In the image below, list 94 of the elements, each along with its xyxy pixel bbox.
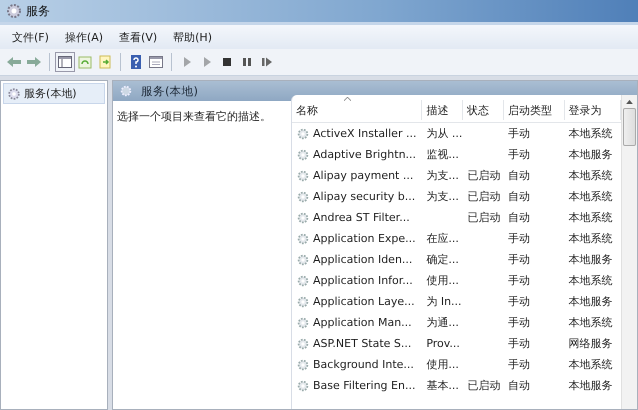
- table-cell: 本地系统: [568, 357, 613, 372]
- menu-item[interactable]: 查看(V): [111, 30, 166, 44]
- table-cell: Adaptive Brightn...: [313, 148, 416, 161]
- table-cell: 为 In...: [426, 294, 462, 309]
- table-cell: 手动: [508, 357, 530, 372]
- service-gear-icon: [296, 126, 310, 140]
- table-cell: 网络服务: [568, 336, 613, 351]
- table-cell: 自动: [508, 189, 530, 204]
- table-cell: 为支...: [426, 189, 459, 204]
- back-icon[interactable]: [6, 54, 22, 70]
- gear-icon: [7, 86, 21, 100]
- table-cell: 本地系统: [568, 168, 613, 183]
- scrollbar-thumb[interactable]: [623, 108, 636, 146]
- table-cell: 为通...: [426, 315, 459, 330]
- table-cell: 为从 ...: [426, 126, 462, 141]
- service-gear-icon: [296, 378, 310, 392]
- table-cell: 为支...: [426, 168, 459, 183]
- window-title: 服务: [26, 2, 50, 20]
- table-cell: 手动: [508, 336, 530, 351]
- scrollbar[interactable]: [621, 95, 637, 409]
- table-cell: 使用...: [426, 273, 459, 288]
- table-cell: 已启动: [467, 378, 500, 393]
- service-gear-icon: [296, 232, 310, 246]
- table-cell: 已启动: [467, 210, 500, 225]
- table-cell: 本地系统: [568, 210, 613, 225]
- table-cell: 使用...: [426, 357, 459, 372]
- export-icon[interactable]: [97, 54, 113, 70]
- table-cell: 已启动: [467, 189, 500, 204]
- table-cell: Application Expe...: [313, 232, 416, 245]
- service-gear-icon: [296, 358, 310, 372]
- table-cell: 本地系统: [568, 126, 613, 141]
- table-cell: Alipay payment ...: [313, 169, 414, 182]
- table-cell: 基本...: [426, 378, 459, 393]
- table-cell: Andrea ST Filter...: [313, 211, 410, 224]
- table-cell: Background Inte...: [313, 358, 414, 371]
- service-gear-icon: [296, 316, 310, 330]
- table-cell: 本地系统: [568, 231, 613, 246]
- service-gear-icon: [296, 274, 310, 288]
- column-header[interactable]: 状态: [463, 100, 504, 120]
- service-gear-icon: [296, 210, 310, 224]
- table-cell: 自动: [508, 168, 530, 183]
- table-cell: Application Infor...: [313, 274, 413, 287]
- menu-item[interactable]: 文件(F): [4, 30, 57, 44]
- description-text: 选择一个项目来查看它的描述。: [117, 110, 271, 123]
- table-cell: 本地服务: [568, 294, 613, 309]
- table-cell: 本地服务: [568, 252, 613, 267]
- table-cell: 手动: [508, 252, 530, 267]
- service-gear-icon: [296, 148, 310, 162]
- service-gear-icon: [296, 336, 310, 350]
- table-cell: 本地系统: [568, 315, 613, 330]
- service-gear-icon: [296, 252, 310, 266]
- table-cell: 自动: [508, 210, 530, 225]
- table-cell: Application Laye...: [313, 295, 415, 308]
- help-icon[interactable]: [128, 54, 144, 70]
- table-cell: 手动: [508, 147, 530, 162]
- table-cell: Base Filtering En...: [313, 379, 416, 392]
- scroll-up-arrow-icon[interactable]: [626, 99, 633, 104]
- console-tree-icon[interactable]: [57, 54, 73, 70]
- column-header[interactable]: 名称: [292, 100, 422, 120]
- forward-icon[interactable]: [26, 54, 42, 70]
- column-header[interactable]: 启动类型: [504, 100, 565, 120]
- table-cell: 手动: [508, 273, 530, 288]
- table-cell: 已启动: [467, 168, 500, 183]
- table-cell: 手动: [508, 126, 530, 141]
- properties-icon[interactable]: [148, 54, 164, 70]
- table-cell: 本地服务: [568, 378, 613, 393]
- menu-item[interactable]: 帮助(H): [165, 30, 220, 44]
- service-gear-icon: [296, 190, 310, 204]
- table-cell: 手动: [508, 231, 530, 246]
- table-cell: Application Man...: [313, 316, 412, 329]
- gear-icon: [6, 3, 22, 19]
- panel-title: 服务(本地): [141, 84, 198, 98]
- service-gear-icon: [296, 168, 310, 182]
- service-gear-icon: [296, 294, 310, 308]
- table-cell: 在应...: [426, 231, 459, 246]
- column-header[interactable]: 描述: [422, 100, 464, 120]
- table-cell: 本地系统: [568, 189, 613, 204]
- table-cell: 自动: [508, 378, 530, 393]
- table-cell: 手动: [508, 294, 530, 309]
- table-cell: Application Iden...: [313, 253, 412, 266]
- menu-item[interactable]: 操作(A): [56, 30, 112, 44]
- sort-caret-icon: [344, 97, 351, 101]
- tree-item[interactable]: 服务(本地): [3, 83, 105, 104]
- table-cell: 确定...: [426, 252, 459, 267]
- table-cell: Prov...: [426, 337, 460, 350]
- table-cell: 监视...: [426, 147, 459, 162]
- refresh-icon[interactable]: [77, 54, 93, 70]
- table-cell: 本地服务: [568, 147, 613, 162]
- table-cell: 本地系统: [568, 273, 613, 288]
- table-cell: Alipay security b...: [313, 190, 416, 203]
- table-cell: ASP.NET State S...: [313, 337, 412, 350]
- table-cell: ActiveX Installer ...: [313, 127, 416, 140]
- table-cell: 手动: [508, 315, 530, 330]
- gear-icon: [119, 84, 133, 98]
